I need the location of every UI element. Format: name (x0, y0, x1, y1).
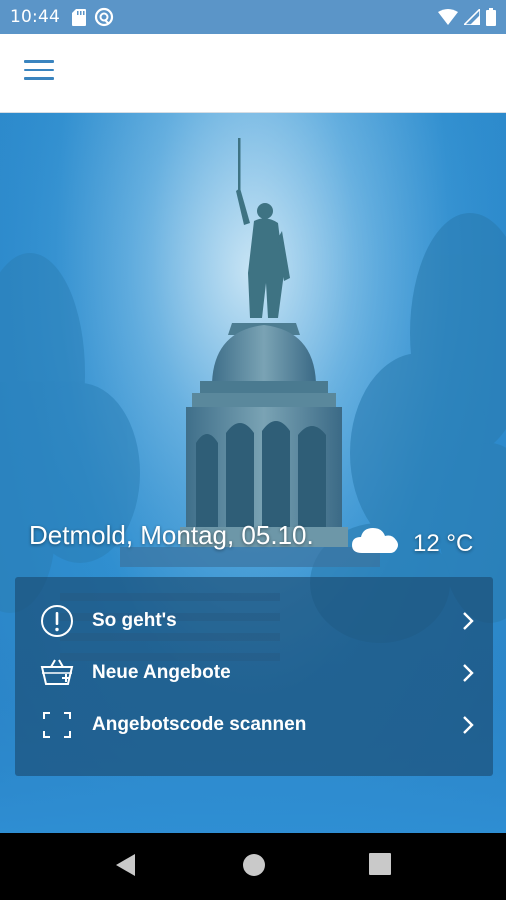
recents-icon[interactable] (369, 853, 391, 875)
hero-image: Detmold, Montag, 05.10. 12 °C So geht's (0, 113, 506, 833)
menu-item-label: Neue Angebote (92, 662, 231, 683)
battery-icon (486, 8, 496, 26)
menu-item-label: Angebotscode scannen (92, 714, 307, 735)
status-left-icons (72, 7, 114, 27)
signal-icon (464, 9, 480, 25)
status-time: 10:44 (10, 7, 60, 27)
chevron-right-icon (463, 664, 474, 682)
chevron-right-icon (463, 612, 474, 630)
app-bar (0, 34, 506, 113)
basket-icon (40, 656, 74, 690)
sync-icon (94, 7, 114, 27)
home-icon[interactable] (242, 853, 266, 877)
menu-item-label: So geht's (92, 610, 177, 631)
hamburger-menu-icon[interactable] (22, 60, 56, 86)
chevron-right-icon (463, 716, 474, 734)
status-right-icons (438, 8, 496, 26)
cloud-icon (352, 528, 398, 553)
location-date: Detmold, Montag, 05.10. (29, 520, 314, 550)
menu-item-so-gehts[interactable]: So geht's (15, 596, 493, 646)
status-bar: 10:44 (0, 0, 506, 34)
scan-frame-icon (40, 708, 74, 742)
menu-card: So geht's Neue Angebote Angebotscode sca… (15, 577, 493, 776)
sd-card-icon (72, 8, 86, 26)
temperature: 12 °C (413, 530, 474, 557)
info-exclamation-icon (40, 604, 74, 638)
menu-item-angebotscode-scannen[interactable]: Angebotscode scannen (15, 700, 493, 750)
back-icon[interactable] (115, 853, 137, 877)
system-nav-bar (0, 833, 506, 900)
wifi-icon (438, 9, 458, 25)
menu-item-neue-angebote[interactable]: Neue Angebote (15, 648, 493, 698)
